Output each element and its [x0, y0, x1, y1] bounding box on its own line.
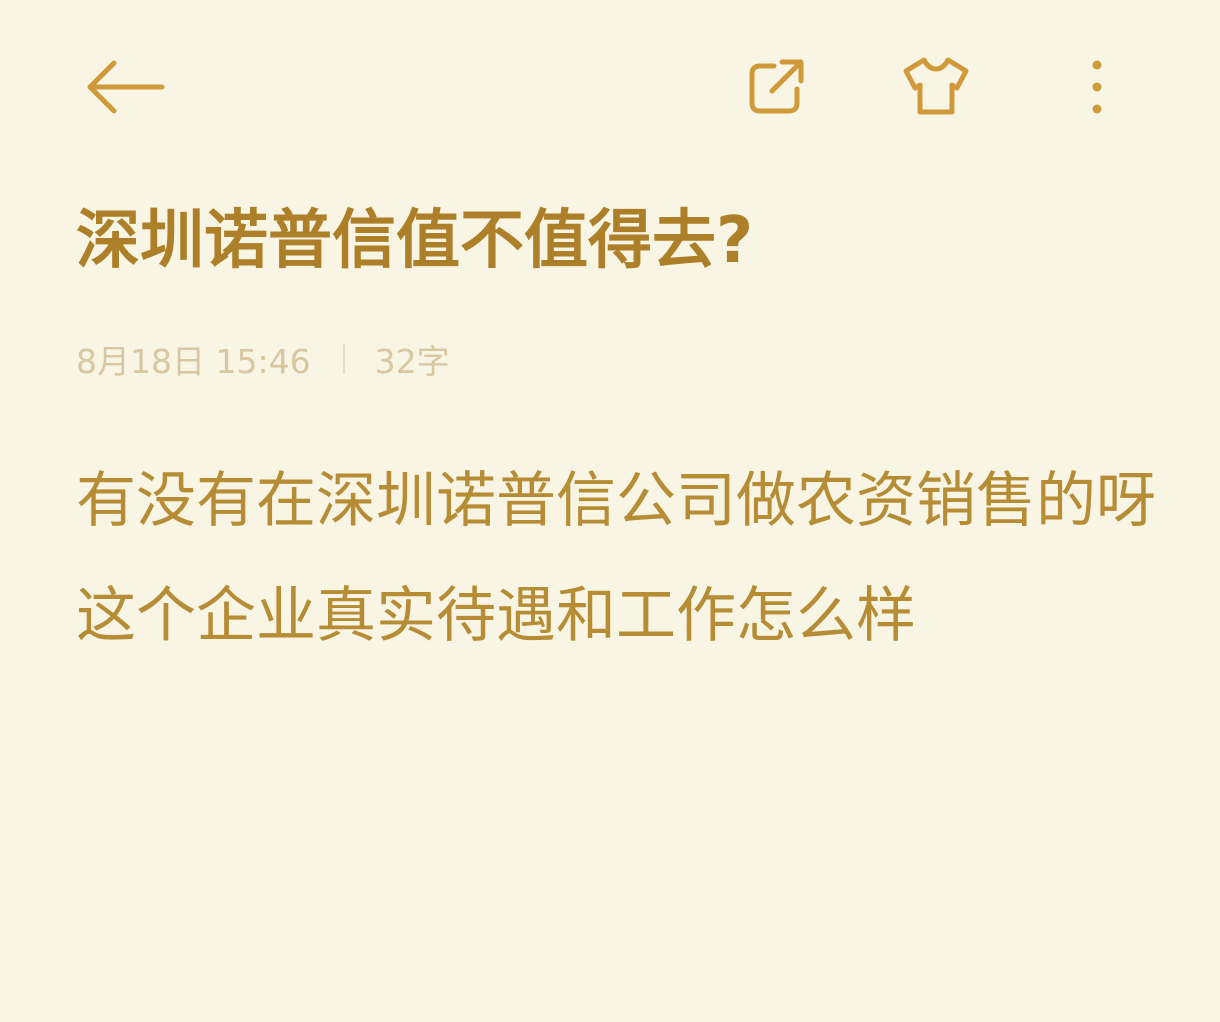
share-icon	[749, 59, 804, 114]
note-title[interactable]: 深圳诺普信值不值得去?	[76, 196, 1156, 286]
tshirt-theme-icon	[903, 57, 969, 115]
meta-divider	[342, 344, 345, 374]
note-body-line[interactable]: 这个企业真实待遇和工作怎么样	[76, 559, 1186, 674]
theme-skin-button[interactable]	[896, 48, 976, 124]
back-arrow-icon	[87, 60, 165, 114]
share-button[interactable]	[738, 50, 814, 124]
note-body[interactable]: 有没有在深圳诺普信公司做农资销售的呀 这个企业真实待遇和工作怎么样	[76, 444, 1186, 674]
more-vertical-icon	[1092, 60, 1102, 114]
note-toolbar	[0, 0, 1220, 170]
word-count: 32字	[374, 342, 450, 381]
note-meta: 8月18日 15:46 32字	[76, 336, 450, 382]
more-options-button[interactable]	[1070, 50, 1124, 124]
back-button[interactable]	[80, 50, 170, 124]
note-body-line[interactable]: 有没有在深圳诺普信公司做农资销售的呀	[76, 444, 1186, 559]
note-date: 8月18日 15:46	[76, 342, 311, 381]
